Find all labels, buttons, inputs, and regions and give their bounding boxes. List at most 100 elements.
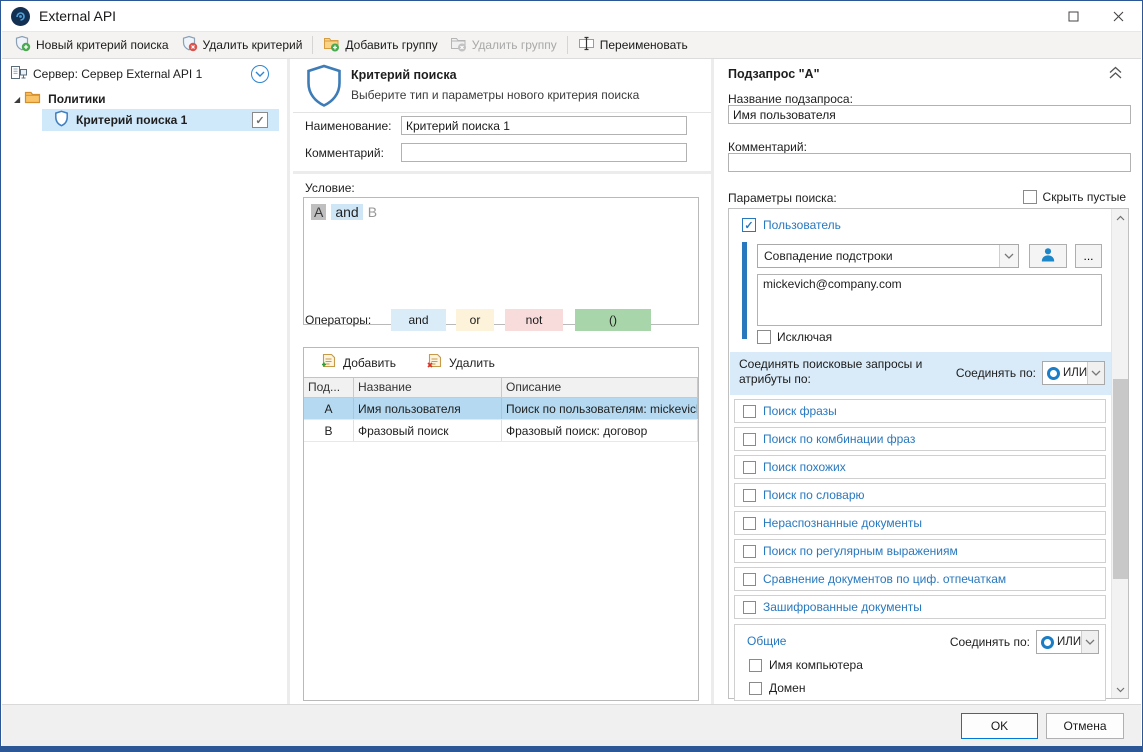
checkbox[interactable] [749,659,762,672]
checkbox[interactable] [743,517,756,530]
criterion-checkbox[interactable] [252,112,268,128]
search-option-encrypted-documents[interactable]: Зашифрованные документы [734,595,1106,619]
editor-title: Критерий поиска [351,68,457,82]
operator-or-button[interactable]: or [456,309,494,331]
checkbox[interactable] [743,601,756,614]
exclude-control[interactable]: Исключая [757,330,832,344]
new-criterion-button[interactable]: Новый критерий поиска [8,32,175,58]
user-value-textarea[interactable]: mickevich@company.com [757,274,1102,326]
delete-criterion-label: Удалить критерий [203,38,303,52]
name-label: Наименование: [305,119,392,133]
condition-token-and[interactable]: and [331,204,362,220]
tree-item-criterion[interactable]: Критерий поиска 1 [2,109,287,131]
delete-group-button[interactable]: Удалить группу [444,32,563,58]
column-header-id[interactable]: Под... [304,378,354,397]
join-by-label: Соединять по: [956,366,1036,380]
column-header-name[interactable]: Название [354,378,502,397]
editor-header: Критерий поиска Выберите тип и параметры… [293,59,711,113]
condition-token-b[interactable]: B [368,204,377,220]
search-option-unrecognized-documents[interactable]: Нераспознанные документы [734,511,1106,535]
scrollbar-thumb[interactable] [1113,379,1128,579]
rename-label: Переименовать [600,38,688,52]
tree-expander-icon[interactable]: ◢ [14,95,20,104]
search-option-similar[interactable]: Поиск похожих [734,455,1106,479]
subquery-name-input[interactable] [728,105,1131,124]
collapse-panel-icon[interactable] [1108,66,1123,83]
general-option-computer-name[interactable]: Имя компьютера [749,658,863,672]
condition-token-a[interactable]: A [311,204,326,220]
operator-not-button[interactable]: not [505,309,563,331]
row-id: B [304,420,354,441]
subquery-table-header: Под... Название Описание [304,378,698,398]
criterion-name-input[interactable] [401,116,687,135]
browse-button[interactable]: ... [1075,244,1102,268]
row-delete-icon [426,353,443,373]
shield-add-icon [14,35,31,55]
search-option-dictionary[interactable]: Поиск по словарю [734,483,1106,507]
folder-delete-icon [450,35,467,55]
delete-criterion-button[interactable]: Удалить критерий [175,32,309,58]
hide-empty-control[interactable]: Скрыть пустые [1023,190,1126,204]
join-by-select[interactable]: ИЛИ [1042,361,1105,385]
checkbox[interactable] [743,489,756,502]
add-group-button[interactable]: Добавить группу [317,32,443,58]
maximize-button[interactable] [1051,1,1096,31]
checkbox[interactable] [749,682,762,695]
checkbox[interactable] [743,545,756,558]
tree-item-policies[interactable]: ◢ Политики [2,89,287,109]
column-header-description[interactable]: Описание [502,378,698,397]
scroll-up-icon[interactable] [1112,209,1129,226]
add-group-label: Добавить группу [345,38,437,52]
condition-editor[interactable]: Aand B [303,197,699,325]
checkbox[interactable] [743,405,756,418]
search-option-regex[interactable]: Поиск по регулярным выражениям [734,539,1106,563]
user-section-header[interactable]: Пользователь [742,218,841,232]
search-params-label: Параметры поиска: [728,191,837,205]
search-params-box: Пользователь Совпадение подстроки ... mi… [728,208,1129,699]
new-criterion-label: Новый критерий поиска [36,38,169,52]
criterion-comment-input[interactable] [401,143,687,162]
chevron-down-icon[interactable] [1081,631,1098,653]
match-mode-select[interactable]: Совпадение подстроки [757,244,1019,268]
toolbar-separator [567,36,568,54]
ok-button[interactable]: OK [961,713,1038,739]
person-icon [1039,246,1057,267]
close-button[interactable] [1096,1,1141,31]
table-row[interactable]: A Имя пользователя Поиск по пользователя… [304,398,698,420]
scroll-down-icon[interactable] [1112,681,1129,698]
exclude-checkbox[interactable] [757,330,771,344]
rename-button[interactable]: Переименовать [572,33,694,57]
checkbox[interactable] [743,433,756,446]
checkbox[interactable] [743,573,756,586]
add-subquery-button[interactable]: Добавить [320,353,396,373]
cancel-button[interactable]: Отмена [1046,713,1124,739]
table-row[interactable]: B Фразовый поиск Фразовый поиск: договор [304,420,698,442]
external-api-window: External API Новый критерий поиска Удали… [0,0,1143,752]
tree-item-server[interactable]: Сервер: Сервер External API 1 [2,63,287,85]
checkbox[interactable] [743,461,756,474]
server-chevron-down-icon[interactable] [251,65,269,83]
add-subquery-label: Добавить [343,356,396,370]
hide-empty-checkbox[interactable] [1023,190,1037,204]
row-description: Фразовый поиск: договор [502,420,698,441]
general-option-domain[interactable]: Домен [749,681,806,695]
join-band: Соединять поисковые запросы и атрибуты п… [730,352,1111,395]
search-option-phrase[interactable]: Поиск фразы [734,399,1106,423]
subquery-comment-input[interactable] [728,153,1131,172]
general-join-by-select[interactable]: ИЛИ [1036,630,1099,654]
subquery-table-toolbar: Добавить Удалить [304,348,698,378]
params-scrollbar[interactable] [1111,209,1128,698]
subquery-table-group: Добавить Удалить Под... Название Описани… [303,347,699,701]
chevron-down-icon[interactable] [999,245,1018,267]
search-option-fingerprints[interactable]: Сравнение документов по циф. отпечаткам [734,567,1106,591]
user-checkbox[interactable] [742,218,756,232]
server-label: Сервер: Сервер External API 1 [33,67,202,81]
chevron-down-icon[interactable] [1087,362,1104,384]
operator-and-button[interactable]: and [391,309,446,331]
delete-subquery-button[interactable]: Удалить [426,353,495,373]
search-option-phrase-combination[interactable]: Поиск по комбинации фраз [734,427,1106,451]
operator-parentheses-button[interactable]: () [575,309,651,331]
row-name: Имя пользователя [354,398,502,419]
user-section-accent-bar [742,242,747,339]
pick-user-button[interactable] [1029,244,1067,268]
